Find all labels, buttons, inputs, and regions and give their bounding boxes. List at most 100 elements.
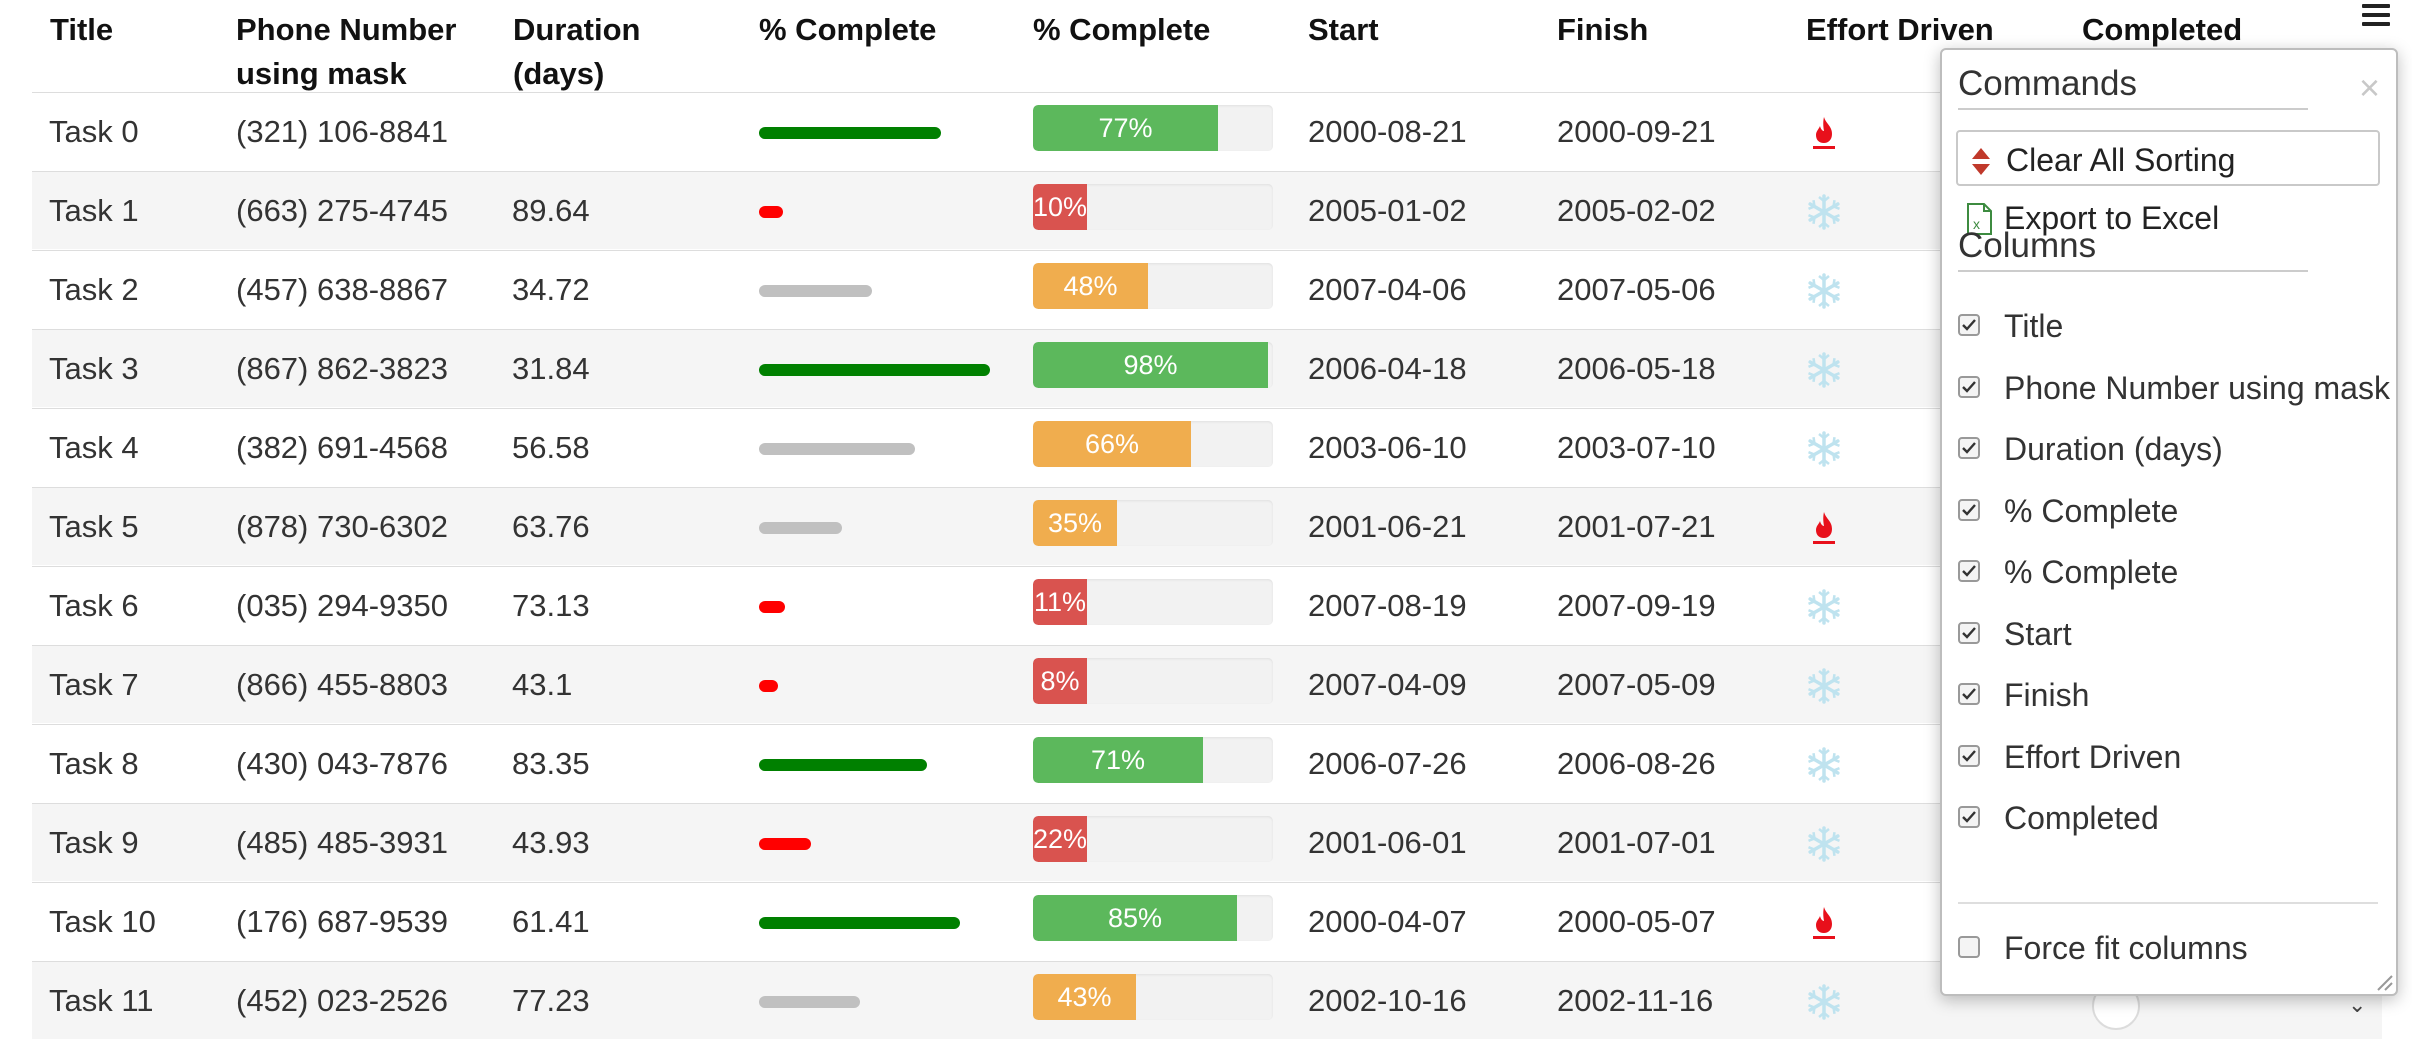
cell-start[interactable]: 2005-01-02: [1308, 172, 1467, 250]
cell-start[interactable]: 2007-04-06: [1308, 251, 1467, 329]
cell-finish[interactable]: 2002-11-16: [1557, 962, 1713, 1040]
header-pct-complete-progress[interactable]: % Complete: [1033, 8, 1210, 52]
cell-title[interactable]: Task 7: [49, 646, 139, 724]
cell-start[interactable]: 2002-10-16: [1308, 962, 1467, 1040]
cell-duration[interactable]: 56.58: [512, 409, 590, 487]
checkbox[interactable]: [1958, 314, 1980, 336]
percent-bar: [759, 443, 915, 455]
cell-duration[interactable]: 83.35: [512, 725, 590, 803]
progress-bar-fill: 77%: [1033, 105, 1218, 151]
cell-finish[interactable]: 2007-05-06: [1557, 251, 1716, 329]
cell-duration[interactable]: 73.13: [512, 567, 590, 645]
cell-finish[interactable]: 2007-09-19: [1557, 567, 1716, 645]
cell-duration[interactable]: 31.84: [512, 330, 590, 408]
progress-bar-fill: 22%: [1033, 816, 1087, 862]
clear-all-sorting-button[interactable]: Clear All Sorting: [1956, 130, 2380, 186]
cell-title[interactable]: Task 5: [49, 488, 139, 566]
header-effort-driven[interactable]: Effort Driven: [1806, 8, 1994, 52]
cell-start[interactable]: 2001-06-01: [1308, 804, 1467, 882]
header-phone[interactable]: Phone Number using mask: [236, 8, 456, 96]
cell-start[interactable]: 2007-08-19: [1308, 567, 1467, 645]
checkbox[interactable]: [1958, 621, 1980, 644]
close-icon[interactable]: ×: [2359, 70, 2380, 106]
cell-finish[interactable]: 2000-05-07: [1557, 883, 1716, 961]
clear-all-sorting-label: Clear All Sorting: [2006, 142, 2236, 178]
checkbox[interactable]: [1958, 560, 1980, 582]
percent-bar: [759, 206, 783, 218]
resize-handle-icon[interactable]: [2374, 972, 2394, 992]
percent-bar: [759, 601, 785, 613]
progress-bar: 35%: [1033, 500, 1273, 546]
cell-duration[interactable]: 63.76: [512, 488, 590, 566]
percent-bar: [759, 364, 990, 376]
checkbox[interactable]: [1958, 744, 1980, 767]
snowflake-icon: [1808, 273, 1840, 309]
header-completed[interactable]: Completed: [2082, 8, 2242, 52]
cell-finish[interactable]: 2006-05-18: [1557, 330, 1716, 408]
cell-finish[interactable]: 2006-08-26: [1557, 725, 1716, 803]
cell-start[interactable]: 2001-06-21: [1308, 488, 1467, 566]
cell-start[interactable]: 2003-06-10: [1308, 409, 1467, 487]
hamburger-menu-icon[interactable]: [2362, 4, 2390, 28]
cell-duration[interactable]: 43.1: [512, 646, 572, 724]
snowflake-icon: [1808, 668, 1840, 704]
cell-duration[interactable]: 34.72: [512, 251, 590, 329]
cell-finish[interactable]: 2007-05-09: [1557, 646, 1716, 724]
cell-title[interactable]: Task 2: [49, 251, 139, 329]
force-fit-checkbox[interactable]: [1958, 936, 1980, 958]
header-finish[interactable]: Finish: [1557, 8, 1648, 52]
cell-duration[interactable]: 77.23: [512, 962, 590, 1040]
cell-phone[interactable]: (867) 862-3823: [236, 330, 448, 408]
cell-start[interactable]: 2000-08-21: [1308, 93, 1467, 171]
cell-title[interactable]: Task 8: [49, 725, 139, 803]
checkbox[interactable]: [1958, 498, 1980, 521]
header-start[interactable]: Start: [1308, 8, 1379, 52]
checkbox[interactable]: [1958, 375, 1980, 398]
cell-duration[interactable]: 61.41: [512, 883, 590, 961]
header-pct-complete-bar[interactable]: % Complete: [759, 8, 936, 52]
cell-title[interactable]: Task 11: [49, 962, 154, 1040]
cell-phone[interactable]: (321) 106-8841: [236, 93, 448, 171]
progress-bar: 66%: [1033, 421, 1273, 467]
cell-finish[interactable]: 2001-07-01: [1557, 804, 1716, 882]
cell-start[interactable]: 2006-07-26: [1308, 725, 1467, 803]
header-title[interactable]: Title: [50, 8, 113, 52]
cell-title[interactable]: Task 4: [49, 409, 139, 487]
cell-phone[interactable]: (457) 638-8867: [236, 251, 448, 329]
cell-phone[interactable]: (035) 294-9350: [236, 567, 448, 645]
cell-phone[interactable]: (430) 043-7876: [236, 725, 448, 803]
cell-finish[interactable]: 2001-07-21: [1557, 488, 1716, 566]
snowflake-icon: [1808, 984, 1840, 1020]
header-duration[interactable]: Duration (days): [513, 8, 640, 96]
cell-phone[interactable]: (878) 730-6302: [236, 488, 448, 566]
checkbox[interactable]: [1958, 437, 1980, 459]
progress-bar: 10%: [1033, 184, 1273, 230]
percent-bar: [759, 917, 960, 929]
cell-phone[interactable]: (663) 275-4745: [236, 172, 448, 250]
cell-phone[interactable]: (485) 485-3931: [236, 804, 448, 882]
cell-title[interactable]: Task 6: [49, 567, 139, 645]
cell-start[interactable]: 2007-04-09: [1308, 646, 1467, 724]
cell-title[interactable]: Task 10: [49, 883, 156, 961]
cell-title[interactable]: Task 1: [49, 172, 139, 250]
column-toggle-label: Duration (days): [2004, 431, 2223, 467]
cell-phone[interactable]: (452) 023-2526: [236, 962, 448, 1040]
checkbox[interactable]: [1958, 806, 1980, 828]
cell-title[interactable]: Task 0: [49, 93, 139, 171]
progress-bar: 43%: [1033, 974, 1273, 1020]
progress-bar-fill: 48%: [1033, 263, 1148, 309]
cell-finish[interactable]: 2000-09-21: [1557, 93, 1716, 171]
cell-title[interactable]: Task 9: [49, 804, 139, 882]
cell-start[interactable]: 2006-04-18: [1308, 330, 1467, 408]
cell-phone[interactable]: (176) 687-9539: [236, 883, 448, 961]
cell-start[interactable]: 2000-04-07: [1308, 883, 1467, 961]
checkbox[interactable]: [1958, 683, 1980, 705]
cell-finish[interactable]: 2003-07-10: [1557, 409, 1716, 487]
cell-duration[interactable]: 43.93: [512, 804, 590, 882]
cell-phone[interactable]: (866) 455-8803: [236, 646, 448, 724]
cell-title[interactable]: Task 3: [49, 330, 139, 408]
cell-finish[interactable]: 2005-02-02: [1557, 172, 1716, 250]
percent-bar: [759, 127, 941, 139]
cell-duration[interactable]: 89.64: [512, 172, 590, 250]
cell-phone[interactable]: (382) 691-4568: [236, 409, 448, 487]
